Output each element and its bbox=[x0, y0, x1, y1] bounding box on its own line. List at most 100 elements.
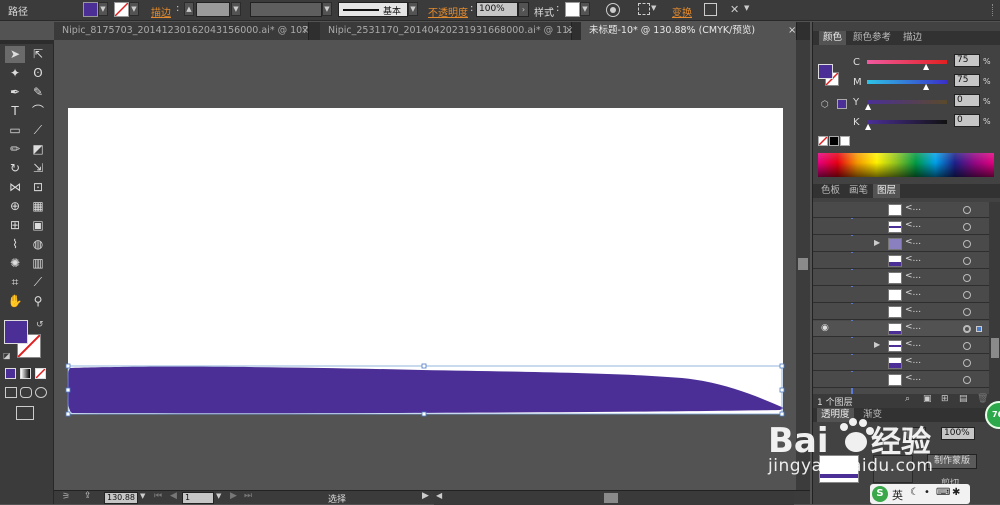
recolor-icon[interactable] bbox=[606, 3, 620, 17]
gradient-mode-icon[interactable] bbox=[20, 368, 31, 379]
tab-close-icon[interactable]: × bbox=[301, 25, 309, 36]
free-transform-tool-icon[interactable]: ⊡ bbox=[28, 179, 48, 196]
black-swatch[interactable] bbox=[829, 136, 839, 146]
swap-fill-stroke-icon[interactable]: ↺ bbox=[36, 320, 44, 330]
stroke-weight-field[interactable] bbox=[196, 2, 230, 17]
tab-document-1[interactable]: Nipic_8175703_20141230162043156000.ai* @… bbox=[54, 22, 309, 40]
width-tool-icon[interactable]: ⋈ bbox=[5, 179, 25, 196]
selection-handle[interactable] bbox=[65, 363, 71, 369]
fill-color-box-front[interactable] bbox=[4, 320, 28, 344]
selection-handle[interactable] bbox=[779, 411, 785, 417]
stroke-dropdown-icon[interactable]: ▼ bbox=[129, 2, 139, 16]
column-graph-tool-icon[interactable]: ▥ bbox=[28, 255, 48, 272]
layer-row[interactable]: <... bbox=[813, 287, 989, 303]
opacity-slider-toggle-icon[interactable]: › bbox=[518, 2, 529, 17]
variable-width-field[interactable] bbox=[250, 2, 322, 17]
screen-mode-icon[interactable] bbox=[16, 406, 34, 420]
symbol-sprayer-tool-icon[interactable]: ✺ bbox=[5, 255, 25, 272]
selection-handle[interactable] bbox=[65, 411, 71, 417]
rotate-tool-icon[interactable]: ↻ bbox=[5, 160, 25, 177]
eyedropper-tool-icon[interactable]: ⌇ bbox=[5, 236, 25, 253]
transform-again-icon[interactable]: ✕ bbox=[730, 3, 739, 16]
fill-swatch[interactable] bbox=[83, 2, 98, 17]
artboard-nav-icon[interactable]: ⚞ bbox=[62, 492, 70, 502]
graphic-style-dropdown-icon[interactable]: ▼ bbox=[580, 2, 590, 16]
gradient-tool-icon[interactable]: ▣ bbox=[28, 217, 48, 234]
mesh-tool-icon[interactable]: ⊞ bbox=[5, 217, 25, 234]
default-colors-icon[interactable]: ◪ bbox=[3, 351, 11, 360]
channel-m-slider[interactable] bbox=[867, 80, 947, 84]
slider-handle-icon[interactable]: ▲ bbox=[865, 122, 871, 131]
channel-c-slider[interactable] bbox=[867, 60, 947, 64]
delete-icon[interactable]: 🗑 bbox=[977, 394, 988, 404]
variable-width-dropdown-icon[interactable]: ▼ bbox=[322, 2, 332, 16]
slider-handle-icon[interactable]: ▲ bbox=[865, 102, 871, 111]
tab-gradient[interactable]: 渐变 bbox=[859, 408, 886, 422]
white-swatch[interactable] bbox=[840, 136, 850, 146]
tab-swatches[interactable]: 色板 bbox=[817, 184, 844, 198]
artboard-number-field[interactable]: 1 bbox=[182, 492, 214, 504]
scroll-thumb[interactable] bbox=[604, 493, 618, 503]
out-of-gamut-icon[interactable]: ⬡ bbox=[821, 100, 829, 110]
selection-tool-icon[interactable]: ➤ bbox=[5, 46, 25, 63]
scroll-thumb[interactable] bbox=[798, 258, 808, 270]
zoom-dropdown-icon[interactable]: ▼ bbox=[140, 492, 145, 500]
layer-row[interactable]: <... bbox=[813, 304, 989, 320]
tab-close-icon[interactable]: × bbox=[565, 25, 573, 36]
draw-normal-icon[interactable] bbox=[5, 387, 17, 398]
status-menu-arrow-icon[interactable]: ▶ bbox=[422, 491, 429, 501]
selection-handle[interactable] bbox=[779, 387, 785, 393]
tab-brushes[interactable]: 画笔 bbox=[845, 184, 872, 198]
fill-dropdown-icon[interactable]: ▼ bbox=[98, 2, 108, 16]
layer-row[interactable]: <... bbox=[813, 355, 989, 371]
layer-row[interactable]: <... bbox=[813, 270, 989, 286]
artboard-dropdown-icon[interactable]: ▼ bbox=[216, 492, 221, 500]
align-icon[interactable] bbox=[638, 3, 650, 15]
tab-document-active[interactable]: 未标题-10* @ 130.88% (CMYK/预览) bbox=[581, 22, 797, 40]
new-sublayer-icon[interactable]: ⊞ bbox=[941, 394, 949, 404]
next-artboard-icon[interactable]: ▶ bbox=[230, 491, 237, 501]
stroke-link[interactable]: 描边 bbox=[151, 4, 171, 19]
scale-tool-icon[interactable]: ⇲ bbox=[28, 160, 48, 177]
tab-stroke[interactable]: 描边 bbox=[899, 31, 926, 45]
share-icon[interactable]: ⇪ bbox=[84, 491, 92, 501]
channel-y-value[interactable]: 0 bbox=[954, 94, 980, 107]
type-tool-icon[interactable]: T bbox=[5, 103, 25, 120]
hand-tool-icon[interactable]: ✋ bbox=[5, 293, 25, 310]
clipping-mask-icon[interactable]: ▣ bbox=[923, 394, 932, 404]
slider-handle-icon[interactable]: ▲ bbox=[923, 82, 929, 91]
selection-handle[interactable] bbox=[65, 387, 71, 393]
channel-m-value[interactable]: 75 bbox=[954, 74, 980, 87]
lasso-tool-icon[interactable]: ʘ bbox=[28, 65, 48, 82]
blend-tool-icon[interactable]: ◍ bbox=[28, 236, 48, 253]
isolate-icon[interactable] bbox=[704, 3, 717, 16]
slice-tool-icon[interactable]: ⟋ bbox=[28, 274, 48, 291]
zoom-tool-icon[interactable]: ⚲ bbox=[28, 293, 48, 310]
channel-k-slider[interactable] bbox=[867, 120, 947, 124]
line-tool-icon[interactable]: ⌒ bbox=[28, 103, 48, 120]
stroke-weight-dropdown-icon[interactable]: ▼ bbox=[231, 2, 241, 16]
make-mask-button[interactable]: 制作蒙版 bbox=[927, 454, 977, 469]
selection-handle[interactable] bbox=[779, 363, 785, 369]
tab-close-icon[interactable]: × bbox=[788, 25, 796, 36]
purple-shape[interactable] bbox=[62, 360, 792, 422]
layer-row[interactable]: <... bbox=[813, 219, 989, 235]
color-mode-icon[interactable] bbox=[5, 368, 16, 379]
tab-layers[interactable]: 图层 bbox=[873, 184, 901, 198]
pencil-tool-icon[interactable]: ✏ bbox=[5, 141, 25, 158]
pen-tool-icon[interactable]: ✒ bbox=[5, 84, 25, 101]
tab-color[interactable]: 颜色 bbox=[819, 31, 847, 45]
align-dropdown-icon[interactable]: ▼ bbox=[651, 4, 656, 12]
brush-style-field[interactable]: 基本 bbox=[338, 2, 408, 17]
mask-thumbnail[interactable] bbox=[873, 455, 913, 483]
opacity-field[interactable]: 100% bbox=[476, 2, 518, 17]
draw-behind-icon[interactable] bbox=[20, 387, 32, 398]
selection-handle[interactable] bbox=[421, 363, 427, 369]
brush-style-dropdown-icon[interactable]: ▼ bbox=[408, 2, 418, 16]
artboard-tool-icon[interactable]: ⌗ bbox=[5, 274, 25, 291]
stroke-swatch[interactable] bbox=[114, 2, 129, 17]
transform-dropdown-icon[interactable]: ▼ bbox=[744, 4, 749, 12]
none-swatch[interactable] bbox=[818, 136, 828, 146]
none-mode-icon[interactable] bbox=[35, 368, 46, 379]
clip-checkbox-label[interactable]: 剪切 bbox=[941, 476, 959, 489]
